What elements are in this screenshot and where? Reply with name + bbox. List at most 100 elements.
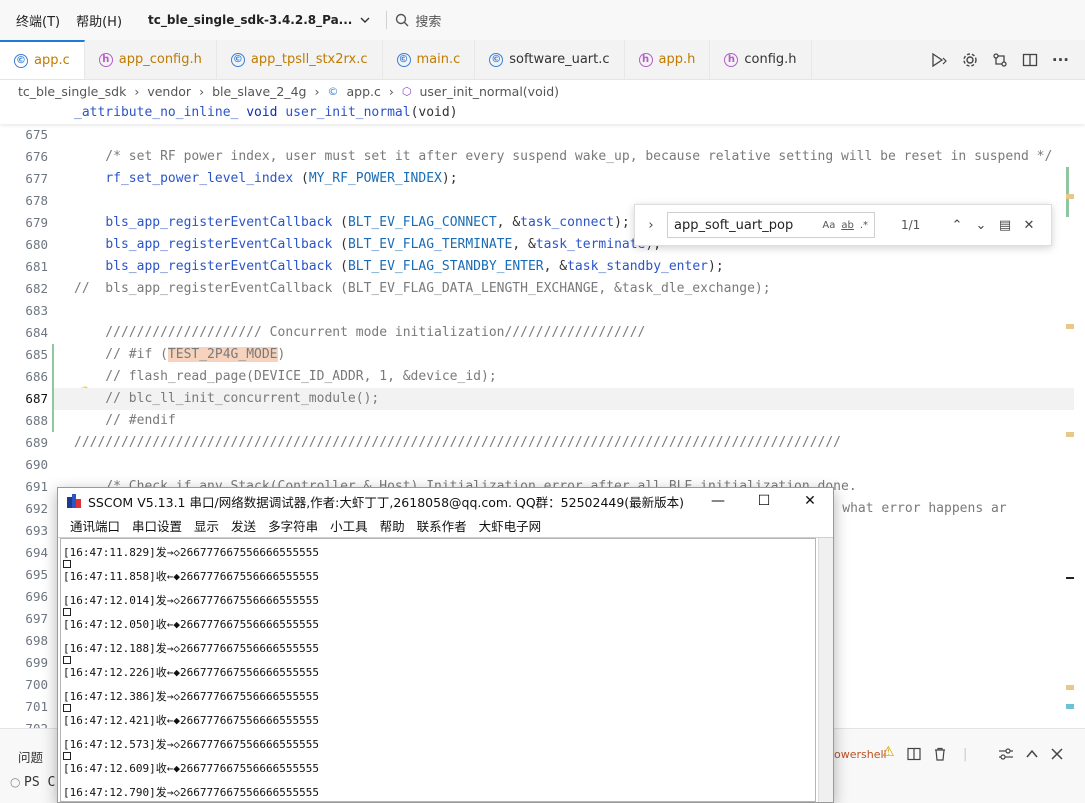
warning-icon[interactable]: ⚠: [882, 744, 895, 760]
maximize-button[interactable]: ☐: [741, 493, 787, 509]
c-file-icon: ©: [489, 52, 504, 67]
breadcrumb-item[interactable]: tc_ble_single_sdk: [18, 84, 126, 99]
trash-icon[interactable]: [933, 747, 947, 761]
line-number: 698: [25, 633, 48, 648]
overview-ruler[interactable]: [1066, 102, 1076, 728]
line-number: 680: [25, 237, 48, 252]
split-editor-icon[interactable]: [1022, 52, 1038, 68]
sscom-window[interactable]: SSCOM V5.13.1 串口/网络数据调试器,作者:大虾丁丁,2618058…: [57, 487, 834, 803]
log-line: [16:47:11.829]发→◇266777667556666555555: [63, 546, 320, 559]
h-file-icon: h: [724, 52, 739, 67]
menu-serial-settings[interactable]: 串口设置: [126, 516, 188, 535]
match-whole-word-button[interactable]: ab: [841, 220, 853, 231]
line-number: 686: [25, 369, 48, 384]
terminal-prompt[interactable]: PS C: [24, 775, 55, 790]
chevron-down-icon: [360, 17, 370, 23]
match-case-button[interactable]: Aa: [822, 220, 835, 231]
serial-log-area[interactable]: [16:47:11.829]发→◇266777667556666555555 […: [60, 538, 816, 802]
code-token: // #if (: [74, 347, 168, 362]
breadcrumb-item[interactable]: vendor: [147, 84, 191, 99]
c-file-icon: ©: [396, 52, 411, 67]
panel-layout-icon[interactable]: [998, 747, 1014, 761]
sscom-title-bar[interactable]: SSCOM V5.13.1 串口/网络数据调试器,作者:大虾丁丁,2618058…: [58, 488, 833, 514]
breadcrumb-item[interactable]: ble_slave_2_4g: [212, 84, 306, 99]
code-line: // flash_read_page(DEVICE_ID_ADDR, 1, &d…: [74, 369, 497, 384]
ruler-mark: [1066, 432, 1074, 437]
previous-match-icon[interactable]: ⌃: [949, 218, 965, 233]
tab-app-config-h[interactable]: h app_config.h: [84, 40, 217, 79]
log-scrollbar[interactable]: [818, 538, 833, 802]
sscom-title: SSCOM V5.13.1 串口/网络数据调试器,作者:大虾丁丁,2618058…: [88, 494, 685, 510]
code-line: /* set RF power index, user must set it …: [74, 149, 1053, 164]
menu-display[interactable]: 显示: [188, 516, 225, 535]
use-regex-button[interactable]: .*: [860, 220, 868, 231]
log-line: [16:47:12.188]发→◇266777667556666555555: [63, 642, 320, 655]
line-number: 701: [25, 699, 48, 714]
gear-icon[interactable]: [962, 52, 978, 68]
code-token: BLT_EV_FLAG_TERMINATE: [347, 237, 513, 252]
next-match-icon[interactable]: ⌄: [973, 218, 989, 233]
c-file-icon: ©: [230, 52, 245, 67]
project-selector[interactable]: tc_ble_single_sdk-3.4.2.8_Pa...: [140, 13, 378, 27]
line-number: 677: [25, 171, 48, 186]
tab-main-c[interactable]: © main.c: [382, 40, 476, 79]
close-button[interactable]: ✕: [787, 493, 833, 509]
line-number: 694: [25, 545, 48, 560]
tab-label: software_uart.c: [509, 52, 610, 67]
tab-label: app_config.h: [118, 52, 202, 67]
toggle-replace-icon[interactable]: ›: [643, 218, 659, 233]
global-search[interactable]: 搜索: [395, 11, 441, 30]
menu-website[interactable]: 大虾电子网: [473, 516, 548, 535]
tab-label: app.c: [34, 53, 70, 68]
menu-help[interactable]: 帮助: [374, 516, 411, 535]
code-line-current: // blc_ll_init_concurrent_module();: [54, 388, 1074, 410]
maximize-panel-icon[interactable]: [1025, 748, 1039, 760]
line-number: 690: [25, 457, 48, 472]
menu-multi-string[interactable]: 多字符串: [262, 516, 324, 535]
log-line: [16:47:12.421]收←◆266777667556666555555: [63, 714, 320, 727]
menu-comm-port[interactable]: 通讯端口: [64, 516, 126, 535]
code-token: task_terminate: [535, 237, 646, 252]
ruler-mark: [1066, 704, 1074, 709]
menu-help[interactable]: 帮助(H): [68, 11, 130, 30]
breadcrumb-item[interactable]: app.c: [346, 84, 380, 99]
menu-contact-author[interactable]: 联系作者: [411, 516, 473, 535]
tab-app-c[interactable]: © app.c: [0, 40, 85, 79]
search-label: 搜索: [415, 14, 442, 30]
line-number: 681: [25, 259, 48, 274]
compare-changes-icon[interactable]: [992, 52, 1008, 68]
tab-app-h[interactable]: h app.h: [624, 40, 711, 79]
chevron-right-icon: ›: [199, 83, 205, 99]
code-token: void: [246, 105, 278, 120]
minimize-button[interactable]: —: [695, 493, 741, 509]
breadcrumb-item[interactable]: user_init_normal(void): [419, 84, 559, 99]
menu-send[interactable]: 发送: [225, 516, 262, 535]
code-token: task_connect: [520, 215, 615, 230]
log-line: [16:47:12.386]发→◇266777667556666555555: [63, 690, 320, 703]
window-controls: — ☐ ✕: [695, 488, 833, 514]
more-actions-icon[interactable]: ···: [1052, 51, 1069, 69]
function-symbol-icon: ⬡: [401, 84, 412, 98]
code-token: user_init_normal: [285, 105, 411, 120]
terminal-shell-name[interactable]: owershell: [834, 748, 887, 761]
sticky-scroll-header[interactable]: _attribute_no_inline_ void user_init_nor…: [0, 102, 1085, 124]
tab-app-tpsll-stx2rx-c[interactable]: © app_tpsll_stx2rx.c: [216, 40, 383, 79]
sscom-logo-icon: [67, 494, 81, 508]
run-debug-icon[interactable]: [930, 52, 948, 68]
find-in-selection-icon[interactable]: ▤: [997, 218, 1013, 233]
line-number: 675: [25, 127, 48, 142]
tab-software-uart-c[interactable]: © software_uart.c: [475, 40, 625, 79]
close-icon[interactable]: [1051, 748, 1063, 760]
find-input[interactable]: app_soft_uart_pop Aa ab .*: [667, 212, 875, 238]
close-icon[interactable]: ✕: [1021, 218, 1037, 233]
tab-label: config.h: [744, 52, 797, 67]
tab-config-h[interactable]: h config.h: [710, 40, 812, 79]
menu-tools[interactable]: 小工具: [324, 516, 374, 535]
tab-label: app.h: [658, 52, 696, 67]
ruler-mark: [1066, 577, 1074, 579]
problems-tab[interactable]: 问题: [18, 747, 43, 766]
split-terminal-icon[interactable]: [907, 747, 921, 761]
line-number: 689: [25, 435, 48, 450]
menu-terminal[interactable]: 终端(T): [8, 11, 68, 30]
